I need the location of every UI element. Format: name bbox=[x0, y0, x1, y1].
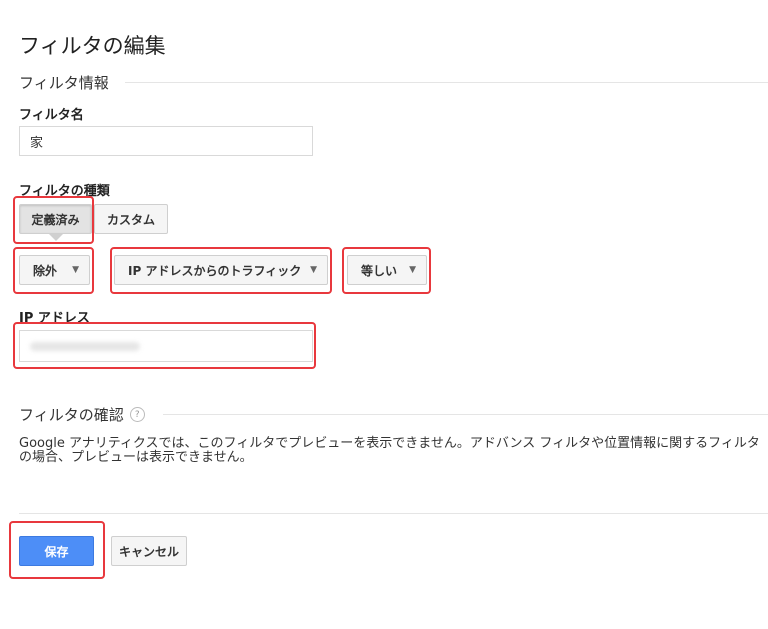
section-divider bbox=[163, 414, 768, 415]
preview-notice: Google アナリティクスでは、このフィルタでプレビューを表示できません。アド… bbox=[19, 436, 760, 465]
action-select-value: 除外 bbox=[33, 263, 58, 278]
footer-divider bbox=[19, 513, 768, 514]
operator-select[interactable]: 等しい ▼ bbox=[347, 255, 427, 285]
save-button[interactable]: 保存 bbox=[19, 536, 94, 566]
source-select[interactable]: IP アドレスからのトラフィック ▼ bbox=[114, 255, 328, 285]
help-icon[interactable]: ? bbox=[129, 407, 145, 422]
section-filter-info: フィルタ情報 bbox=[19, 74, 109, 92]
page-title: フィルタの編集 bbox=[19, 34, 166, 58]
source-select-value: IP アドレスからのトラフィック bbox=[128, 263, 302, 278]
section-filter-verify-title: フィルタの確認 bbox=[19, 406, 124, 424]
chevron-down-icon: ▼ bbox=[310, 265, 317, 275]
redacted-ip-blur bbox=[30, 341, 140, 351]
section-divider bbox=[125, 82, 768, 83]
filter-name-value: 家 bbox=[30, 135, 44, 151]
section-filter-verify: フィルタの確認 ? bbox=[19, 404, 145, 425]
tab-predefined[interactable]: 定義済み bbox=[19, 204, 92, 234]
tab-custom[interactable]: カスタム bbox=[94, 204, 168, 234]
filter-type-label: フィルタの種類 bbox=[19, 184, 110, 199]
chevron-down-icon: ▼ bbox=[409, 265, 416, 275]
filter-name-label: フィルタ名 bbox=[19, 108, 84, 123]
action-select[interactable]: 除外 ▼ bbox=[19, 255, 90, 285]
filter-name-input[interactable]: 家 bbox=[19, 126, 313, 156]
selected-tab-pointer bbox=[49, 234, 63, 241]
chevron-down-icon: ▼ bbox=[72, 265, 79, 275]
ip-address-input[interactable] bbox=[19, 330, 313, 362]
cancel-button[interactable]: キャンセル bbox=[111, 536, 187, 566]
operator-select-value: 等しい bbox=[361, 263, 398, 278]
ip-address-label: IP アドレス bbox=[19, 311, 90, 326]
